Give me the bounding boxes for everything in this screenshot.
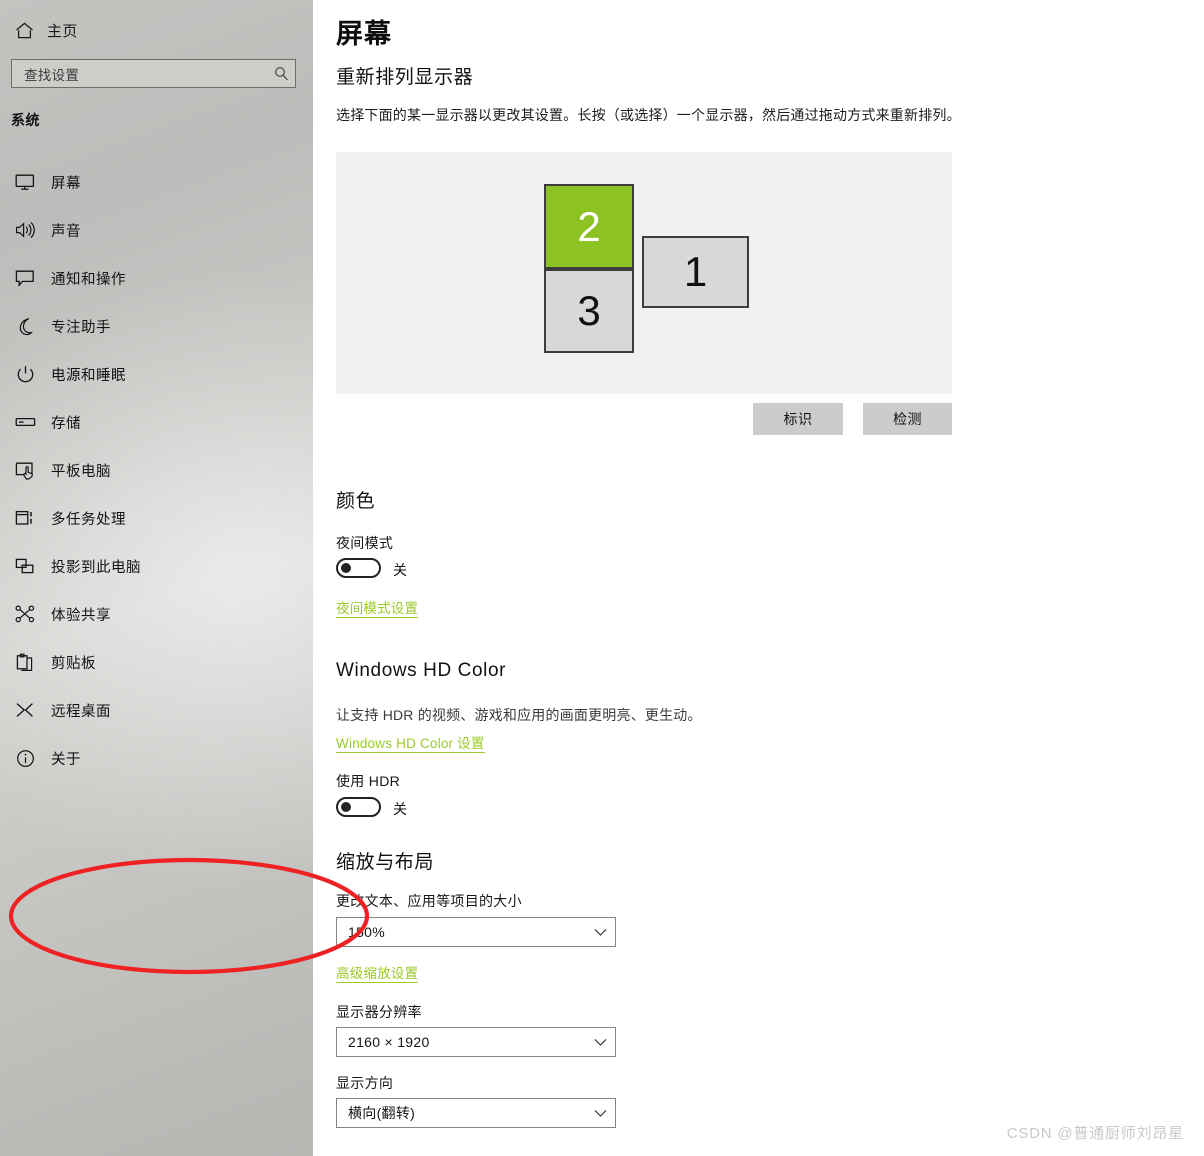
sidebar-item-multitasking[interactable]: 多任务处理 <box>0 494 313 542</box>
sidebar-item-clipboard[interactable]: 剪贴板 <box>0 638 313 686</box>
orientation-dropdown-value: 横向(翻转) <box>348 1105 416 1121</box>
sidebar-item-label: 通知和操作 <box>51 271 126 288</box>
moon-icon <box>11 313 39 339</box>
sidebar-nav-list: 屏幕 声音 通知和操作 专注助手 电源和睡眠 存储 平板电脑 多任务处理 投影到… <box>0 158 313 782</box>
scale-dropdown-value: 150% <box>348 924 386 940</box>
use-hdr-label: 使用 HDR <box>336 773 401 789</box>
power-icon <box>11 361 39 387</box>
notification-icon <box>11 265 39 291</box>
monitor-icon <box>11 169 39 195</box>
sidebar-item-about[interactable]: 关于 <box>0 734 313 782</box>
sidebar-item-label: 声音 <box>51 223 81 240</box>
sidebar-item-sound[interactable]: 声音 <box>0 206 313 254</box>
display-tile-1[interactable]: 1 <box>642 236 749 308</box>
multitask-icon <box>11 505 39 531</box>
orientation-label: 显示方向 <box>336 1075 394 1091</box>
resolution-label: 显示器分辨率 <box>336 1004 422 1020</box>
chevron-down-icon <box>585 1109 615 1118</box>
use-hdr-state: 关 <box>393 801 407 817</box>
sidebar-item-notifications[interactable]: 通知和操作 <box>0 254 313 302</box>
search-icon[interactable] <box>267 66 295 81</box>
sidebar-item-label: 投影到此电脑 <box>51 559 141 576</box>
share-icon <box>11 601 39 627</box>
sidebar-home-label: 主页 <box>47 22 78 40</box>
sidebar-item-label: 平板电脑 <box>51 463 111 480</box>
night-light-settings-link[interactable]: 夜间模式设置 <box>336 597 419 618</box>
use-hdr-toggle[interactable] <box>336 797 381 817</box>
hd-color-section-heading: Windows HD Color <box>336 660 507 681</box>
scale-dropdown[interactable]: 150% <box>336 917 616 947</box>
sidebar-item-focus-assist[interactable]: 专注助手 <box>0 302 313 350</box>
sidebar-item-storage[interactable]: 存储 <box>0 398 313 446</box>
toggle-knob <box>341 802 351 812</box>
hd-color-description: 让支持 HDR 的视频、游戏和应用的画面更明亮、更生动。 <box>336 707 702 723</box>
sidebar-item-project-to-pc[interactable]: 投影到此电脑 <box>0 542 313 590</box>
hd-color-settings-link[interactable]: Windows HD Color 设置 <box>336 732 485 753</box>
resolution-dropdown[interactable]: 2160 × 1920 <box>336 1027 616 1057</box>
sidebar-item-label: 电源和睡眠 <box>51 367 126 384</box>
page-title: 屏幕 <box>336 19 392 49</box>
sidebar-item-tablet[interactable]: 平板电脑 <box>0 446 313 494</box>
home-icon <box>11 19 37 41</box>
sidebar-item-label: 剪贴板 <box>51 655 96 672</box>
detect-button[interactable]: 检测 <box>863 403 952 435</box>
color-section-heading: 颜色 <box>336 491 376 512</box>
orientation-dropdown[interactable]: 横向(翻转) <box>336 1098 616 1128</box>
night-light-state: 关 <box>393 562 407 578</box>
sidebar-item-display[interactable]: 屏幕 <box>0 158 313 206</box>
display-tile-3[interactable]: 3 <box>544 269 634 353</box>
scale-layout-section-heading: 缩放与布局 <box>336 852 435 873</box>
advanced-scaling-link[interactable]: 高级缩放设置 <box>336 962 419 983</box>
sidebar-item-power-sleep[interactable]: 电源和睡眠 <box>0 350 313 398</box>
sidebar-item-label: 体验共享 <box>51 607 111 624</box>
sidebar-item-label: 远程桌面 <box>51 703 111 720</box>
remote-desktop-icon <box>11 697 39 723</box>
sidebar-item-label: 多任务处理 <box>51 511 126 528</box>
sidebar: 主页 查找设置 系统 屏幕 声音 通知和操作 专注助手 电源和睡眠 存储 平板电… <box>0 0 313 1156</box>
settings-window: 主页 查找设置 系统 屏幕 声音 通知和操作 专注助手 电源和睡眠 存储 平板电… <box>0 0 1204 1156</box>
search-input-value: 查找设置 <box>24 67 80 83</box>
main-content: 屏幕 重新排列显示器 选择下面的某一显示器以更改其设置。长按（或选择）一个显示器… <box>313 0 1204 1156</box>
scale-size-label: 更改文本、应用等项目的大小 <box>336 893 522 909</box>
sidebar-item-label: 专注助手 <box>51 319 111 336</box>
chevron-down-icon <box>585 928 615 937</box>
speaker-icon <box>11 217 39 243</box>
chevron-down-icon <box>585 1038 615 1047</box>
projection-icon <box>11 553 39 579</box>
display-arrangement-canvas[interactable]: 2 3 1 <box>336 152 952 394</box>
display-tile-2[interactable]: 2 <box>544 184 634 269</box>
sidebar-category-heading: 系统 <box>11 112 40 128</box>
rearrange-displays-description: 选择下面的某一显示器以更改其设置。长按（或选择）一个显示器，然后通过拖动方式来重… <box>336 107 961 123</box>
sidebar-item-label: 关于 <box>51 751 81 768</box>
night-light-label: 夜间模式 <box>336 535 394 551</box>
sidebar-item-shared-experiences[interactable]: 体验共享 <box>0 590 313 638</box>
tablet-icon <box>11 457 39 483</box>
night-light-toggle[interactable] <box>336 558 381 578</box>
sidebar-item-label: 存储 <box>51 415 81 432</box>
resolution-dropdown-value: 2160 × 1920 <box>348 1034 430 1050</box>
clipboard-icon <box>11 649 39 675</box>
info-icon <box>11 745 39 771</box>
watermark: CSDN @普通厨师刘昂星 <box>1006 1125 1184 1142</box>
storage-icon <box>11 409 39 435</box>
sidebar-item-label: 屏幕 <box>51 175 81 192</box>
search-input[interactable]: 查找设置 <box>11 59 296 88</box>
sidebar-item-remote-desktop[interactable]: 远程桌面 <box>0 686 313 734</box>
identify-button[interactable]: 标识 <box>753 403 843 435</box>
rearrange-displays-heading: 重新排列显示器 <box>336 67 474 88</box>
toggle-knob <box>341 563 351 573</box>
sidebar-home[interactable]: 主页 <box>0 12 313 48</box>
